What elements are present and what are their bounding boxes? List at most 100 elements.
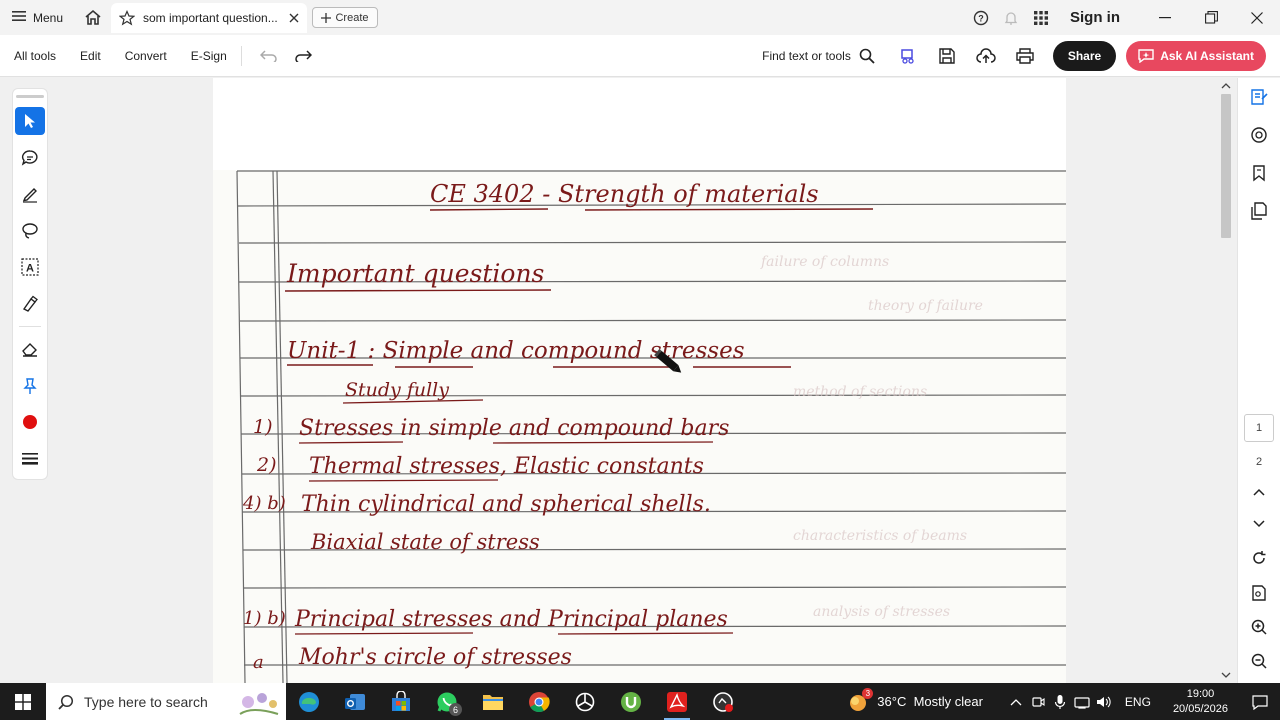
file-explorer-app[interactable] [470,683,516,720]
ai-sparkle-button[interactable] [889,35,928,77]
restore-button[interactable] [1188,0,1234,35]
network-icon[interactable] [1071,695,1093,709]
eraser-tool[interactable] [15,335,45,364]
store-icon [392,690,410,711]
page-search-icon [1252,585,1266,601]
meet-now-icon[interactable] [1027,695,1049,709]
save-button[interactable] [928,35,967,77]
zoom-in-button[interactable] [1244,610,1274,644]
create-label: Create [335,11,369,24]
page-view-button[interactable] [1244,576,1274,610]
close-icon [1251,11,1263,24]
previous-page-button[interactable] [1244,476,1274,508]
volume-icon[interactable] [1093,695,1115,709]
notifications-icon[interactable] [1240,694,1280,710]
outlook-icon [345,693,365,710]
comment-icon [21,149,38,166]
svg-text:failure of columns: failure of columns [760,254,889,270]
rotate-button[interactable] [1244,540,1274,576]
page-2-button[interactable]: 2 [1244,448,1274,476]
create-button[interactable]: Create [312,7,378,28]
chrome-app[interactable] [516,683,562,720]
document-workspace: A failure of columns theory of failure m… [0,78,1280,683]
undo-button[interactable] [252,35,286,77]
weather-widget[interactable]: 3 36°C Mostly clear [847,687,983,713]
all-tools-link[interactable]: All tools [0,49,56,63]
start-button[interactable] [0,683,46,720]
bookmark-icon [1253,165,1265,182]
utorrent-app[interactable] [608,683,654,720]
pages-panel-button[interactable] [1244,192,1274,230]
select-tool[interactable] [15,106,45,136]
edit-link[interactable]: Edit [60,49,101,63]
edge-app[interactable] [286,683,332,720]
next-page-button[interactable] [1244,508,1274,540]
color-picker[interactable] [15,408,45,437]
esign-link[interactable]: E-Sign [171,49,227,63]
sign-pen-icon [22,295,38,312]
weather-text: 36°C Mostly clear [877,694,983,709]
chatgpt-app[interactable] [562,683,608,720]
scroll-down-arrow-icon[interactable] [1217,669,1235,681]
clock[interactable]: 19:00 20/05/2026 [1173,687,1228,717]
convert-link[interactable]: Convert [105,49,167,63]
tools-divider [19,325,41,327]
taskbar-search-box[interactable]: Type here to search [46,683,286,720]
item-6-text: Mohr's circle of stresses [298,645,572,670]
language-indicator[interactable]: ENG [1125,695,1151,709]
store-app[interactable] [378,683,424,720]
document-title: CE 3402 - Strength of materials [430,180,819,208]
drag-handle[interactable] [16,95,44,98]
search-icon [58,694,74,710]
clock-time: 19:00 [1186,687,1215,700]
save-icon [939,48,956,64]
help-icon[interactable]: ? [966,0,996,35]
menu-button[interactable]: Menu [0,0,75,35]
page-1-button[interactable]: 1 [1244,414,1274,442]
show-hidden-icons-chevron-icon[interactable] [1005,698,1027,706]
whatsapp-app[interactable]: 6 [424,683,470,720]
outlook-app[interactable] [332,683,378,720]
ai-assistant-button[interactable]: Ask AI Assistant [1126,41,1266,71]
redo-button[interactable] [286,35,320,77]
screen-recorder-icon [713,691,733,712]
print-button[interactable] [1006,35,1045,77]
edit-pdf-panel-button[interactable] [1244,78,1274,116]
draw-tool[interactable] [15,216,45,245]
home-button[interactable] [76,0,110,35]
lasso-icon [22,222,38,239]
highlight-tool[interactable] [15,180,45,209]
close-tab-icon[interactable] [289,13,299,23]
find-tools-button[interactable]: Find text or tools [762,48,875,64]
item-2-text: Thermal stresses, Elastic constants [309,454,704,479]
apps-grid-icon[interactable] [1026,0,1056,35]
whatsapp-badge: 6 [449,703,462,716]
scrollbar-thumb[interactable] [1221,94,1231,238]
utorrent-icon [621,691,641,712]
bookmarks-panel-button[interactable] [1244,154,1274,192]
zoom-out-button[interactable] [1244,644,1274,678]
star-icon[interactable] [119,10,135,26]
sign-in-button[interactable]: Sign in [1056,9,1142,26]
pin-tool[interactable] [15,371,45,400]
vertical-scrollbar[interactable] [1217,78,1235,683]
text-tool[interactable]: A [15,253,45,282]
recorder-app[interactable] [700,683,746,720]
close-window-button[interactable] [1234,0,1280,35]
line-weight-tool[interactable] [15,444,45,473]
acrobat-app[interactable] [654,683,700,720]
upload-button[interactable] [967,35,1006,77]
scroll-up-arrow-icon[interactable] [1217,80,1235,92]
comments-panel-button[interactable] [1244,116,1274,154]
share-button[interactable]: Share [1052,41,1117,71]
comments-icon [1251,127,1267,143]
microphone-icon[interactable] [1049,694,1071,710]
minimize-button[interactable] [1142,0,1188,35]
item-3-text: Thin cylindrical and spherical shells. [301,492,711,517]
comment-tool[interactable] [15,143,45,172]
bell-icon[interactable] [996,0,1026,35]
fill-sign-tool[interactable] [15,289,45,318]
pdf-page: failure of columns theory of failure met… [213,78,1066,683]
document-tab[interactable]: som important question... [111,3,307,33]
chrome-icon [529,691,550,712]
